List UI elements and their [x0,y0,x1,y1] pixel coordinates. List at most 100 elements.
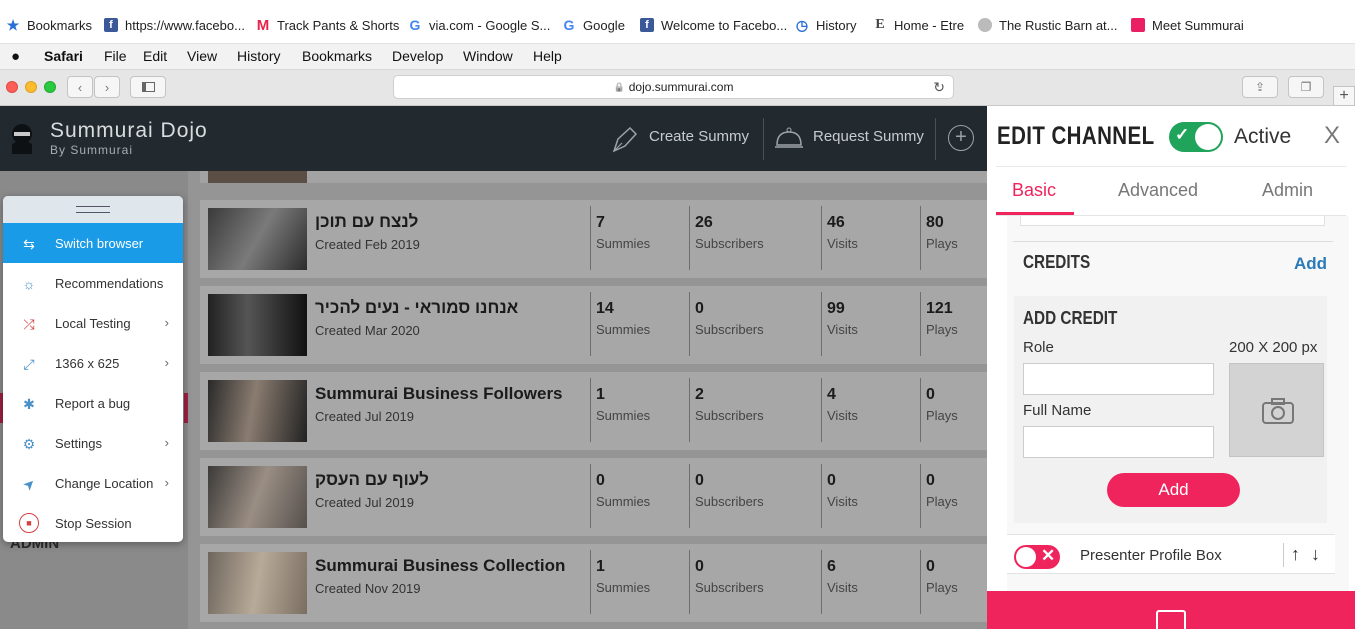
subscribers-label: Subscribers [695,322,764,337]
channel-thumbnail [208,208,307,270]
tabs-icon: ❐ [1300,80,1312,94]
chevron-right-icon: › [164,435,169,450]
subscribers-count: 26 [695,214,713,231]
menu-history[interactable]: History [237,48,281,64]
save-bar[interactable] [987,591,1355,629]
resolution-item[interactable]: ⤢ 1366 x 625 › [3,343,183,383]
sidebar-icon [141,82,155,92]
tab-admin[interactable]: Admin [1262,180,1313,201]
summies-count: 1 [596,386,605,403]
channel-row[interactable]: Summurai Business Collection Created Nov… [200,544,990,622]
bookmarks-menu[interactable]: ★ Bookmarks [6,13,92,37]
move-up-arrow-icon[interactable]: ↑ [1291,544,1300,565]
chevron-left-icon: ‹ [77,79,83,95]
star-icon: ★ [6,16,20,33]
bookmark-myntra[interactable]: M Track Pants & Shorts [256,13,400,37]
plays-label: Plays [926,580,958,595]
menu-window[interactable]: Window [463,48,513,64]
bookmark-label: Meet Summurai [1152,17,1244,33]
active-toggle[interactable]: ✓ [1169,122,1223,152]
nav-active-indicator [184,393,188,423]
summies-stat: 7 Summies [590,206,650,270]
subscribers-stat: 0 Subscribers [689,550,764,614]
channel-row[interactable]: לנצח עם תוכן Created Feb 2019 7 Summies 2… [200,200,990,278]
bookmark-google[interactable]: G Google [562,13,625,37]
channel-title[interactable]: לעוף עם העסק [315,470,429,490]
change-location-item[interactable]: ➤ Change Location › [3,463,183,503]
local-testing-item[interactable]: ⤮ Local Testing › [3,303,183,343]
chevron-right-icon: › [104,79,110,95]
credit-image-upload[interactable] [1229,363,1324,457]
tabs-overview-button[interactable]: ❐ [1288,76,1324,98]
channel-title[interactable]: Summurai Business Followers [315,384,563,404]
share-button[interactable]: ⇪ [1242,76,1278,98]
tab-advanced[interactable]: Advanced [1118,180,1198,201]
channel-row[interactable]: אנחנו סמוראי - נעים להכיר Created Mar 20… [200,286,990,364]
menu-develop[interactable]: Develop [392,48,443,64]
channel-row-partial[interactable] [200,171,990,183]
plays-count: 0 [926,472,935,489]
toggle-knob [1016,547,1036,567]
full-name-input[interactable] [1023,426,1214,458]
move-down-arrow-icon[interactable]: ↓ [1311,544,1320,565]
credits-add-link[interactable]: Add [1294,254,1327,274]
menu-view[interactable]: View [187,48,217,64]
menu-edit[interactable]: Edit [143,48,167,64]
create-summy-button[interactable]: Create Summy [649,128,749,145]
plays-stat: 0 Plays [920,378,958,442]
visits-label: Visits [827,494,858,509]
request-summy-button[interactable]: Request Summy [813,128,924,145]
report-bug-item[interactable]: ✱ Report a bug [3,383,183,423]
shuffle-icon: ⤮ [23,315,35,332]
reload-icon[interactable]: ↻ [933,79,945,96]
back-button[interactable]: ‹ [67,76,93,98]
bookmark-label: Bookmarks [27,17,93,33]
switch-browser-item[interactable]: ⇆ Switch browser [3,223,183,263]
role-input[interactable] [1023,363,1214,395]
new-tab-button[interactable]: + [1333,86,1355,106]
channel-title[interactable]: לנצח עם תוכן [315,212,418,232]
add-circle-button[interactable]: + [948,125,974,151]
drag-handle[interactable] [3,196,183,223]
bookmark-facebook-2[interactable]: f Welcome to Facebo... [640,13,787,37]
brand-title[interactable]: Summurai Dojo [50,119,208,143]
forward-button[interactable]: › [94,76,120,98]
recommendations-item[interactable]: ☼ Recommendations [3,263,183,303]
sidebar-button[interactable] [130,76,166,98]
bookmark-summurai[interactable]: Meet Summurai [1131,13,1244,37]
channel-created: Created Jul 2019 [315,495,415,510]
channel-row[interactable]: Summurai Business Followers Created Jul … [200,372,990,450]
presenter-profile-toggle[interactable]: ✕ [1014,545,1060,569]
bookmark-facebook-1[interactable]: f https://www.facebo... [104,13,245,37]
channel-row[interactable]: לעוף עם העסק Created Jul 2019 0 Summies 0… [200,458,990,536]
channel-title[interactable]: אנחנו סמוראי - נעים להכיר [315,298,518,318]
x-icon: ✕ [1041,546,1056,565]
menu-bookmarks[interactable]: Bookmarks [302,48,372,64]
add-credit-button[interactable]: Add [1107,473,1240,507]
bookmark-via-google[interactable]: G via.com - Google S... [408,13,551,37]
bookmark-etre[interactable]: E Home - Etre [873,13,964,37]
apple-icon[interactable]: ● [11,48,20,65]
full-name-label: Full Name [1023,402,1092,419]
bookmark-rustic-barn[interactable]: The Rustic Barn at... [978,13,1118,37]
samurai-logo-icon[interactable] [8,122,36,154]
stop-glyph: ■ [26,518,32,528]
menu-file[interactable]: File [104,48,127,64]
channel-title[interactable]: Summurai Business Collection [315,556,565,576]
address-bar[interactable]: 🔒 dojo.summurai.com ↻ [393,75,954,99]
close-panel-button[interactable]: X [1324,122,1340,150]
bookmark-history[interactable]: ◷ History [795,13,857,37]
chevron-right-icon: › [164,475,169,490]
maximize-window-button[interactable] [44,81,56,93]
tab-basic[interactable]: Basic [1012,180,1056,201]
close-window-button[interactable] [6,81,18,93]
stop-session-item[interactable]: ■ Stop Session [3,503,183,542]
menu-safari[interactable]: Safari [44,48,83,64]
menu-help[interactable]: Help [533,48,562,64]
settings-item[interactable]: ⚙ Settings › [3,423,183,463]
plays-label: Plays [926,494,958,509]
subscribers-stat: 26 Subscribers [689,206,764,270]
visits-stat: 4 Visits [821,378,858,442]
minimize-window-button[interactable] [25,81,37,93]
summies-label: Summies [596,322,651,337]
